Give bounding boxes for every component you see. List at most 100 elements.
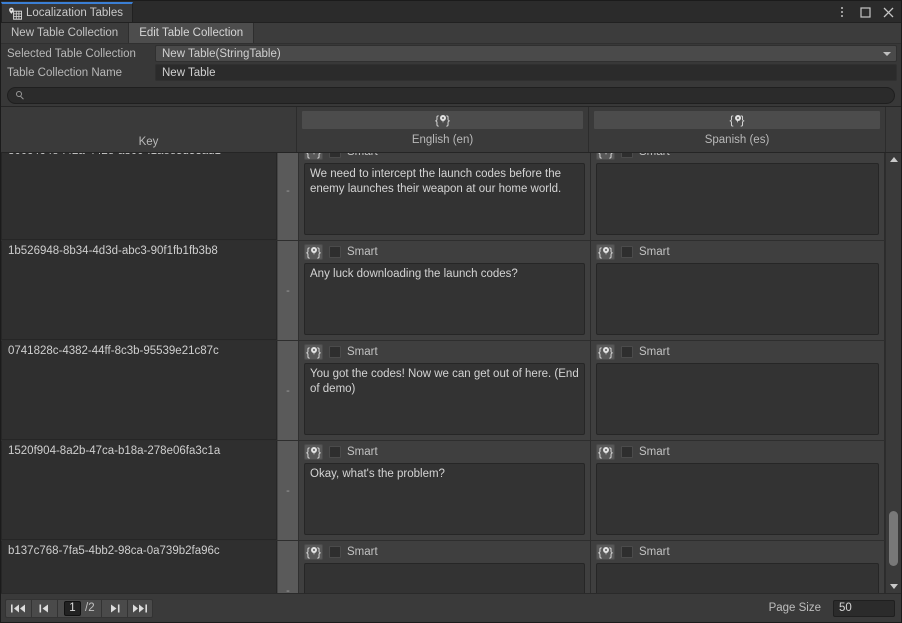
row-english-cell-textarea[interactable]: Any luck downloading the launch codes? (304, 263, 585, 335)
vertical-scrollbar[interactable] (885, 153, 901, 593)
smart-label: Smart (639, 246, 670, 258)
page-number-input[interactable]: 1 (64, 600, 81, 616)
window-tab-localization-tables[interactable]: Localization Tables (1, 2, 133, 22)
table-collection-name-label: Table Collection Name (7, 66, 123, 79)
smart-label: Smart (639, 346, 670, 358)
row-spanish-cell-textarea[interactable] (596, 163, 879, 235)
row-spanish-cell-textarea[interactable] (596, 363, 879, 435)
smart-row: {} Smart (596, 344, 879, 360)
selected-table-collection-label: Selected Table Collection (7, 47, 136, 60)
tab-new-table-collection[interactable]: New Table Collection (1, 23, 130, 43)
tab-edit-table-collection-label: Edit Table Collection (139, 27, 244, 39)
localization-metadata-icon[interactable]: {} (596, 244, 615, 260)
smart-label: Smart (347, 446, 378, 458)
smart-checkbox[interactable] (621, 346, 633, 358)
smart-checkbox[interactable] (329, 153, 341, 158)
vertical-scrollbar-thumb[interactable] (889, 511, 898, 566)
smart-label: Smart (639, 546, 670, 558)
next-page-button[interactable] (100, 598, 127, 618)
row-resize-handle[interactable]: - (277, 541, 299, 593)
smart-checkbox[interactable] (329, 446, 341, 458)
search-input[interactable] (30, 88, 886, 103)
column-header-english[interactable]: {} English (en) (297, 107, 589, 152)
previous-page-button[interactable] (31, 598, 57, 618)
header-scroll-spacer (886, 107, 901, 152)
smart-row: {} Smart (596, 244, 879, 260)
localization-metadata-icon[interactable]: {} (593, 110, 881, 130)
search-field[interactable] (7, 87, 895, 104)
localization-metadata-icon[interactable]: {} (596, 544, 615, 560)
row-key-cell[interactable]: 1b526948-8b34-4d3d-abc3-90f1fb1fb3b8 (1, 241, 277, 340)
localization-metadata-icon[interactable]: {} (304, 153, 323, 160)
window-controls (835, 3, 895, 21)
row-english-cell-textarea[interactable] (304, 563, 585, 593)
row-key-cell[interactable]: b137c768-7fa5-4bb2-98ca-0a739b2fa96c (1, 541, 277, 593)
localization-metadata-icon[interactable]: {} (301, 110, 584, 130)
selected-table-collection-dropdown[interactable]: New Table(StringTable) (155, 45, 897, 62)
smart-checkbox[interactable] (621, 546, 633, 558)
row-english-cell-textarea[interactable]: We need to intercept the launch codes be… (304, 163, 585, 235)
table-row: 1520f904-8a2b-47ca-b18a-278e06fa3c1a -{} S… (1, 441, 885, 541)
smart-row: {} Smart (304, 544, 585, 560)
row-resize-handle[interactable]: - (277, 241, 299, 340)
row-english-cell: {} Smart Okay, what's the problem? (299, 441, 591, 540)
row-resize-handle[interactable]: - (277, 153, 299, 240)
scroll-up-arrow-icon[interactable] (886, 153, 901, 166)
localization-metadata-icon[interactable]: {} (596, 444, 615, 460)
localization-metadata-icon[interactable]: {} (304, 344, 323, 360)
close-icon[interactable] (881, 5, 895, 19)
smart-label: Smart (347, 546, 378, 558)
last-page-button[interactable] (126, 598, 153, 618)
scroll-down-arrow-icon[interactable] (886, 580, 901, 593)
page-total-label: /2 (85, 602, 95, 614)
column-header-english-gear-row: {} (297, 107, 588, 131)
row-spanish-cell-textarea[interactable] (596, 263, 879, 335)
localization-metadata-icon[interactable]: {} (304, 244, 323, 260)
smart-row: {} Smart (304, 344, 585, 360)
row-spanish-cell: {} Smart (591, 341, 885, 440)
row-key-cell[interactable]: 0741828c-4382-44ff-8c3b-95539e21c87c (1, 341, 277, 440)
column-header-key[interactable]: Key (1, 107, 297, 152)
row-resize-handle[interactable]: - (277, 341, 299, 440)
row-english-cell-textarea[interactable]: Okay, what's the problem? (304, 463, 585, 535)
vertical-scrollbar-track[interactable] (886, 166, 901, 580)
smart-checkbox[interactable] (621, 153, 633, 158)
row-spanish-cell: {} Smart (591, 441, 885, 540)
smart-row: {} Smart (596, 444, 879, 460)
row-english-cell-textarea[interactable]: You got the codes! Now we can get out of… (304, 363, 585, 435)
row-key-cell[interactable]: 1520f904-8a2b-47ca-b18a-278e06fa3c1a (1, 441, 277, 540)
page-indicator: 1 /2 (57, 598, 101, 618)
column-header-spanish-gear-row: {} (589, 107, 885, 131)
localization-metadata-icon[interactable]: {} (304, 444, 323, 460)
smart-row: {} Smart (304, 153, 585, 160)
row-spanish-cell: {} Smart (591, 541, 885, 593)
smart-checkbox[interactable] (329, 346, 341, 358)
localization-metadata-icon[interactable]: {} (596, 153, 615, 160)
row-spanish-cell: {} Smart (591, 241, 885, 340)
smart-label: Smart (347, 153, 378, 158)
row-english-cell: {} Smart You got the codes! Now we can get… (299, 341, 591, 440)
smart-label: Smart (347, 246, 378, 258)
row-spanish-cell-textarea[interactable] (596, 563, 879, 593)
localization-metadata-icon[interactable]: {} (596, 344, 615, 360)
more-options-icon[interactable] (835, 5, 849, 19)
smart-checkbox[interactable] (329, 546, 341, 558)
row-spanish-cell-textarea[interactable] (596, 463, 879, 535)
row-resize-handle[interactable]: - (277, 441, 299, 540)
selected-table-collection-row: Selected Table Collection New Table(Stri… (1, 44, 901, 63)
table-collection-name-input[interactable]: New Table (155, 64, 897, 81)
column-header-spanish[interactable]: {} Spanish (es) (589, 107, 886, 152)
tab-edit-table-collection[interactable]: Edit Table Collection (129, 23, 255, 43)
smart-checkbox[interactable] (621, 246, 633, 258)
pagination-bar: 1 /2 Page Size 50 (1, 593, 901, 622)
localization-metadata-icon[interactable]: {} (304, 544, 323, 560)
table-collection-name-row: Table Collection Name New Table (1, 63, 901, 82)
first-page-button[interactable] (5, 598, 31, 618)
smart-checkbox[interactable] (329, 246, 341, 258)
column-header-key-label: Key (138, 136, 159, 148)
page-size-input[interactable]: 50 (833, 599, 895, 617)
maximize-icon[interactable] (858, 5, 872, 19)
page-size-label: Page Size (768, 602, 821, 614)
row-key-cell[interactable]: 800c464e-f42a-442e-a800-f1aee5d53ad1 (1, 153, 277, 240)
smart-checkbox[interactable] (621, 446, 633, 458)
